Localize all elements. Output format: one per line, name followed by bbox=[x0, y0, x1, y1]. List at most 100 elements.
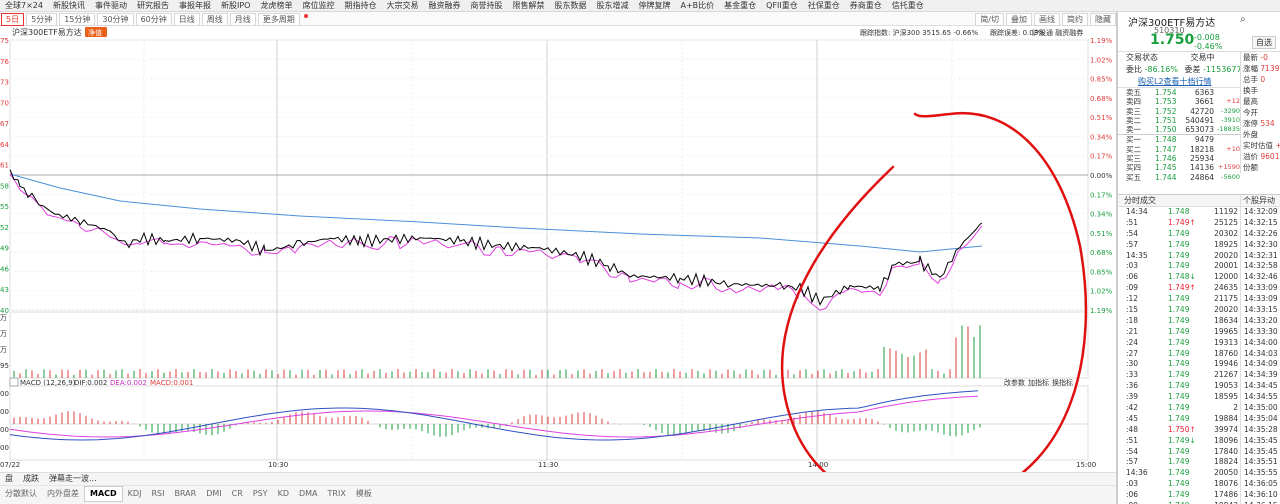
toolbar-button[interactable]: 简/切 bbox=[975, 13, 1004, 26]
trade-volume: 17840 bbox=[1214, 446, 1238, 456]
trade-volume: 21175 bbox=[1214, 294, 1238, 304]
annotation-circle bbox=[780, 111, 1088, 472]
topnav-item[interactable]: 限售解禁 bbox=[507, 0, 549, 11]
bottom-tab[interactable]: 弹幕走一波... bbox=[44, 473, 102, 485]
trade-row: :15 1.749 20020 bbox=[1118, 305, 1240, 316]
trade-row: :18 1.749 18634 bbox=[1118, 316, 1240, 327]
indicator-tab[interactable]: 内外盘差 bbox=[42, 487, 84, 501]
period-button[interactable]: 日线 bbox=[173, 13, 200, 26]
topnav-item[interactable]: 融资融券 bbox=[423, 0, 465, 11]
macd-plot-frame bbox=[9, 385, 1089, 461]
trade-price: 1.749 bbox=[1168, 228, 1190, 238]
trade-row: :30 1.749 19946 bbox=[1118, 359, 1240, 370]
indicator-tab[interactable]: KDJ bbox=[123, 487, 147, 501]
alerts-header[interactable]: 个股异动 bbox=[1241, 195, 1280, 207]
toolbar-button[interactable]: 画线 bbox=[1034, 13, 1060, 26]
period-button[interactable]: 5日 bbox=[1, 13, 25, 26]
topnav-item[interactable]: QFII重仓 bbox=[761, 0, 803, 11]
pct-tick-label: 0.68% bbox=[1090, 249, 1113, 257]
period-button[interactable]: 月线 bbox=[229, 13, 256, 26]
trade-price: 1.749 bbox=[1168, 446, 1190, 456]
toolbar-button[interactable]: 简约 bbox=[1062, 13, 1088, 26]
bottom-tab[interactable]: 盘 bbox=[0, 473, 18, 485]
period-button[interactable]: 5分钟 bbox=[26, 13, 58, 26]
price-tick-label: 67 bbox=[0, 120, 9, 128]
period-button[interactable]: 周线 bbox=[201, 13, 228, 26]
pct-tick-label: 0.68% bbox=[1090, 95, 1113, 103]
indicator-tab[interactable]: CR bbox=[227, 487, 248, 501]
trade-price: 1.749 bbox=[1168, 457, 1190, 467]
topnav-item[interactable]: 席位监控 bbox=[297, 0, 339, 11]
indicator-tab[interactable]: PSY bbox=[248, 487, 273, 501]
topnav-item[interactable]: 商誉持股 bbox=[465, 0, 507, 11]
topnav-item[interactable]: 新股IPO bbox=[216, 0, 255, 11]
topnav-item[interactable]: A+B比价 bbox=[675, 0, 719, 11]
period-button[interactable]: 30分钟 bbox=[97, 13, 134, 26]
ob-label: 卖三 bbox=[1126, 106, 1141, 116]
trade-volume: 19946 bbox=[1214, 359, 1238, 369]
trade-price: 1.749 bbox=[1168, 381, 1190, 391]
chart-canvas[interactable]: 1.19% 1.02% 0.85% 0.68% 0.51% 0.34% 0.17% 0.00%… bbox=[0, 26, 1116, 472]
period-button[interactable]: 15分钟 bbox=[59, 13, 96, 26]
topnav-item[interactable]: 新股快讯 bbox=[48, 0, 90, 11]
topnav-item[interactable]: 全球7×24 bbox=[0, 0, 48, 11]
trade-price: 1.748↓ bbox=[1168, 272, 1196, 282]
topnav-item[interactable]: 大宗交易 bbox=[381, 0, 423, 11]
macd-button: 换指标 bbox=[1052, 378, 1073, 387]
trade-price: 1.749 bbox=[1168, 326, 1190, 336]
order-book: 交易状态 交易中 委比 -86.16% 委差 -1153677 购买L2查看十档… bbox=[1118, 52, 1242, 182]
trade-price: 1.749 bbox=[1168, 305, 1190, 315]
trade-price: 1.749 bbox=[1168, 370, 1190, 380]
intraday-chart[interactable]: 1.19% 1.02% 0.85% 0.68% 0.51% 0.34% 0.17% 0.00%… bbox=[0, 26, 1116, 472]
trade-time: :54 bbox=[1126, 228, 1139, 238]
indicator-tab[interactable]: 分散默认 bbox=[0, 487, 42, 501]
trade-price: 1.749 bbox=[1168, 348, 1190, 358]
indicator-tab[interactable]: MACD bbox=[84, 486, 123, 502]
indicator-tab[interactable]: 模板 bbox=[351, 487, 377, 501]
toolbar-button[interactable]: 叠加 bbox=[1006, 13, 1032, 26]
indicator-tab[interactable]: RSI bbox=[146, 487, 169, 501]
trades-header[interactable]: 分时成交 bbox=[1118, 195, 1240, 207]
trade-time: :42 bbox=[1126, 403, 1139, 413]
trade-time: :15 bbox=[1126, 305, 1139, 315]
topnav-item[interactable]: 事件驱动 bbox=[90, 0, 132, 11]
topnav-item[interactable]: 停牌复牌 bbox=[633, 0, 675, 11]
trade-volume: 18925 bbox=[1214, 239, 1238, 249]
order-book-row: 卖五 1.754 6363 bbox=[1118, 88, 1240, 97]
topnav-item[interactable]: 社保重仓 bbox=[803, 0, 845, 11]
topnav-item[interactable]: 券商重仓 bbox=[845, 0, 887, 11]
ob-label: 买一 bbox=[1126, 135, 1141, 145]
bottom-tab[interactable]: 成跌 bbox=[18, 473, 44, 485]
toolbar-button[interactable]: 隐藏 bbox=[1090, 13, 1116, 26]
trade-volume: 25125 bbox=[1214, 217, 1238, 227]
trade-time: 14:34 bbox=[1126, 207, 1148, 216]
topnav-item[interactable]: 事报年报 bbox=[174, 0, 216, 11]
topnav-item[interactable]: 基金重仓 bbox=[719, 0, 761, 11]
period-button[interactable]: 更多周期 bbox=[257, 13, 300, 26]
topnav-item[interactable]: 信托重仓 bbox=[887, 0, 929, 11]
topnav-item[interactable]: 研究报告 bbox=[132, 0, 174, 11]
indicator-tab[interactable]: DMA bbox=[294, 487, 323, 501]
period-button[interactable]: 60分钟 bbox=[135, 13, 172, 26]
l2-link[interactable]: 购买L2查看十档行情 bbox=[1118, 76, 1240, 88]
topnav-item[interactable]: 股东数据 bbox=[549, 0, 591, 11]
topnav-item[interactable]: 股东增减 bbox=[591, 0, 633, 11]
topnav-item[interactable]: 期指持仓 bbox=[339, 0, 381, 11]
pct-tick-label: 1.19% bbox=[1090, 307, 1113, 315]
side-stat-label: 总手 bbox=[1243, 75, 1258, 84]
indicator-tab[interactable]: TRIX bbox=[323, 487, 351, 501]
topnav-item[interactable]: 龙虎榜单 bbox=[255, 0, 297, 11]
search-icon[interactable]: ⌕ bbox=[1240, 14, 1246, 25]
price-line bbox=[9, 169, 983, 306]
nav-badge: 净值 bbox=[88, 28, 102, 37]
trade-volume: 20001 bbox=[1214, 261, 1238, 271]
trade-volume: 20302 bbox=[1214, 228, 1238, 238]
indicator-tab[interactable]: DMI bbox=[201, 487, 226, 501]
indicator-tab[interactable]: BRAR bbox=[169, 487, 201, 501]
top-navigation: 全球7×24 新股快讯 事件驱动 研究报告 事报年报 新股IPO 龙虎榜单 席位监控 期指持仓大… bbox=[0, 0, 1280, 12]
trade-price: 1.749 bbox=[1168, 403, 1190, 413]
side-stat-label: 涨停 bbox=[1243, 119, 1258, 128]
alert-time: 14:35:45 bbox=[1244, 446, 1278, 456]
indicator-tab[interactable]: KD bbox=[273, 487, 294, 501]
watchlist-button[interactable]: 自选 bbox=[1252, 36, 1276, 49]
